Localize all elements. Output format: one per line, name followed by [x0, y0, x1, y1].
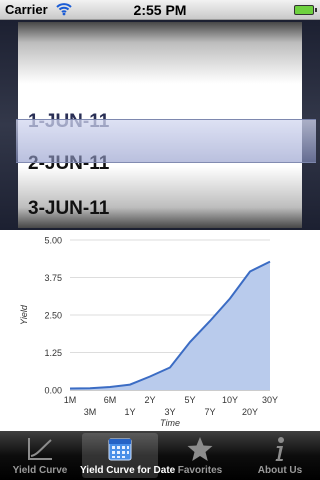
tab-favorites[interactable]: Favorites — [160, 431, 240, 480]
y-tick-label: 2.50 — [44, 311, 62, 321]
x-tick-label: 6M — [104, 395, 117, 405]
tab-label: Yield Curve for Date — [80, 465, 176, 476]
y-tick-label: 3.75 — [44, 273, 62, 283]
x-tick-label: 5Y — [184, 395, 195, 405]
tab-label: Yield Curve — [12, 465, 68, 476]
y-tick-label: 0.00 — [44, 386, 62, 396]
tab-label: Favorites — [177, 465, 223, 476]
x-tick-label: 10Y — [222, 395, 238, 405]
tab-about-us[interactable]: About Us — [240, 431, 320, 480]
status-time: 2:55 PM — [133, 2, 187, 18]
x-tick-label: 2Y — [144, 395, 155, 405]
date-picker[interactable]: 1-JUN-11 2-JUN-11 3-JUN-11 — [0, 20, 320, 230]
area-fill — [70, 261, 270, 390]
chart-line-icon — [28, 438, 52, 460]
x-tick-label: 20Y — [242, 407, 258, 417]
picker-row-3[interactable]: 3-JUN-11 — [28, 187, 109, 228]
tab-bar: Yield Curve Yield Curve for Date Favorit… — [0, 431, 320, 480]
battery-tip — [315, 8, 317, 12]
tab-yield-curve-for-date[interactable]: Yield Curve for Date — [80, 431, 176, 480]
tab-yield-curve[interactable]: Yield Curve — [0, 431, 80, 480]
battery-icon — [294, 5, 314, 15]
y-axis-label: Yield — [19, 304, 29, 325]
yield-curve-chart: 0.00 1.25 2.50 3.75 5.00 1M 3M 6M 1Y 2Y 3Y 5Y 7Y 10Y 2… — [0, 230, 320, 430]
y-tick-label: 1.25 — [44, 348, 62, 358]
tab-label: About Us — [257, 465, 303, 476]
status-bar: Carrier 2:55 PM — [0, 0, 320, 20]
x-tick-label: 7Y — [204, 407, 215, 417]
x-tick-label: 3M — [84, 407, 97, 417]
x-tick-label: 1Y — [124, 407, 135, 417]
picker-selection-indicator — [16, 119, 316, 163]
x-tick-label: 1M — [64, 395, 77, 405]
info-icon — [275, 437, 284, 461]
x-tick-label: 30Y — [262, 395, 278, 405]
y-tick-label: 5.00 — [44, 236, 62, 246]
x-axis-label: Time — [160, 418, 180, 428]
calendar-icon — [108, 438, 132, 461]
star-icon — [187, 437, 213, 461]
x-tick-label: 3Y — [164, 407, 175, 417]
chart-svg: 0.00 1.25 2.50 3.75 5.00 1M 3M 6M 1Y 2Y 3Y 5Y 7Y 10Y 2… — [19, 236, 278, 429]
